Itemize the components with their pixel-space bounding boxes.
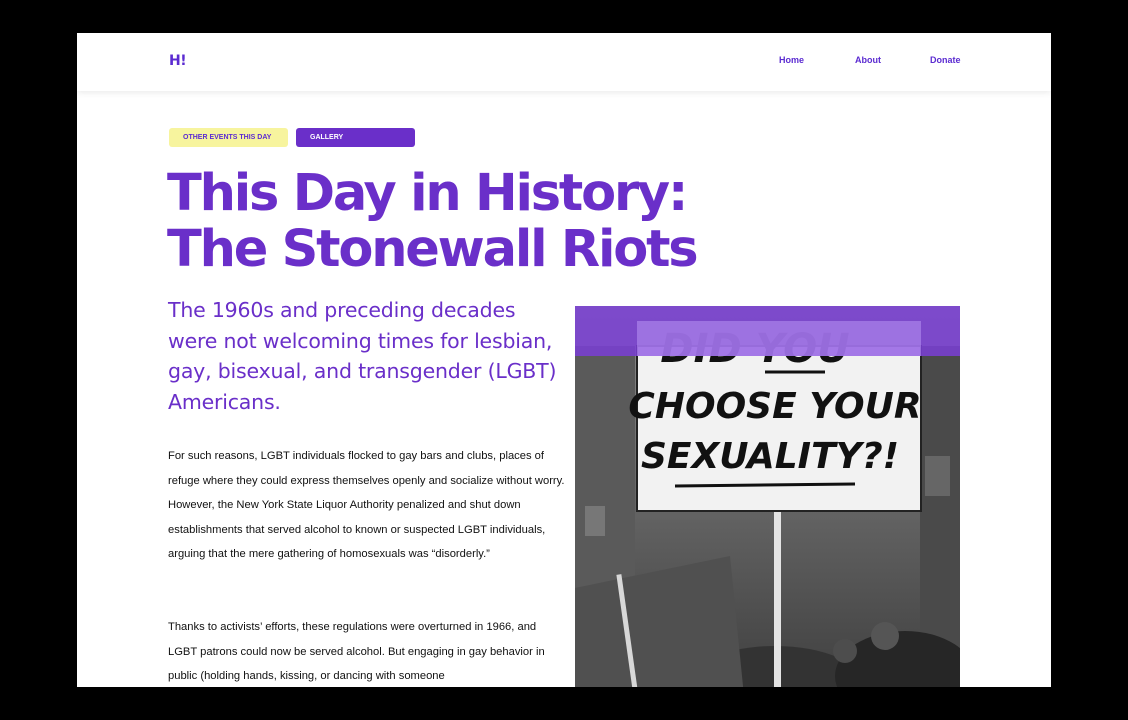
title-line-2: The Stonewall Riots [167,220,699,279]
body-paragraph-2: Thanks to activists’ efforts, these regu… [168,621,545,682]
page: H! Home About Donate OTHER EVENTS THIS D… [77,33,1051,687]
nav-donate-link[interactable]: Donate [930,55,961,65]
protest-photo-illustration: DID YOU CHOOSE YOUR SEXUALITY?! [575,306,960,687]
page-title: This Day in History: The Stonewall Riots [167,166,787,278]
sign-line-2: CHOOSE YOUR [628,386,921,427]
body-paragraph-1: For such reasons, LGBT individuals flock… [168,450,565,560]
nav-home-link[interactable]: Home [779,55,804,65]
top-navbar: H! Home About Donate [77,33,1051,91]
other-events-tag-button[interactable]: OTHER EVENTS THIS DAY [169,128,288,147]
lead-paragraph: The 1960s and preceding decades were not… [168,298,557,414]
sign-line-3: SEXUALITY?! [641,436,899,477]
title-line-1: This Day in History: [167,164,688,223]
gallery-tag-button[interactable]: GALLERY [296,128,415,147]
protest-sign-photo: DID YOU CHOOSE YOUR SEXUALITY?! [575,306,960,687]
site-logo[interactable]: H! [169,53,187,69]
nav-about-link[interactable]: About [855,55,881,65]
